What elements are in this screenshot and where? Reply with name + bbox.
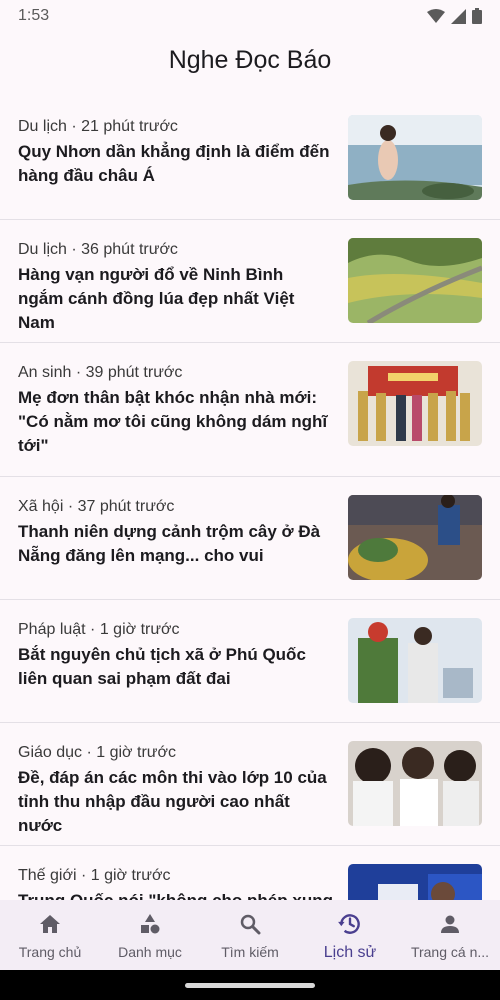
article-thumbnail[interactable] [348, 115, 482, 200]
search-icon [236, 910, 264, 938]
signal-icon [451, 8, 466, 24]
nav-home[interactable]: Trang chủ [0, 900, 100, 970]
article-meta: Du lịch · 36 phút trước [18, 241, 178, 258]
article-meta: Pháp luật · 1 giờ trước [18, 621, 180, 638]
article-title[interactable]: Thanh niên dựng cảnh trộm cây ở Đà Nẵng … [18, 520, 333, 568]
article-item[interactable]: An sinh · 39 phút trước Mẹ đơn thân bật … [0, 343, 500, 477]
article-title[interactable]: Mẹ đơn thân bật khóc nhận nhà mới: "Có n… [18, 386, 333, 458]
app-title: Nghe Đọc Báo [168, 46, 332, 74]
status-bar: 1:53 [0, 0, 500, 32]
article-meta: Giáo dục · 1 giờ trước [18, 744, 176, 761]
article-item[interactable]: Giáo dục · 1 giờ trước Đề, đáp án các mô… [0, 723, 500, 846]
article-title[interactable]: Đề, đáp án các môn thi vào lớp 10 của tỉ… [18, 766, 333, 838]
article-meta: Xã hội · 37 phút trước [18, 498, 175, 515]
article-thumbnail[interactable] [348, 864, 482, 900]
nav-search[interactable]: Tìm kiếm [200, 900, 300, 970]
gesture-handle[interactable] [185, 983, 315, 988]
article-title[interactable]: Trung Quốc nói "không cho phép xung [18, 889, 333, 900]
article-thumbnail[interactable] [348, 495, 482, 580]
article-item[interactable]: Xã hội · 37 phút trước Thanh niên dựng c… [0, 477, 500, 600]
article-meta: An sinh · 39 phút trước [18, 364, 183, 381]
article-meta: Thế giới · 1 giờ trước [18, 867, 171, 884]
nav-history[interactable]: Lịch sử [300, 900, 400, 970]
nav-history-label: Lịch sử [323, 944, 377, 961]
article-title[interactable]: Bắt nguyên chủ tịch xã ở Phú Quốc liên q… [18, 643, 333, 691]
nav-search-label: Tìm kiếm [221, 944, 279, 960]
home-icon [36, 910, 64, 938]
article-thumbnail[interactable] [348, 618, 482, 703]
battery-icon [472, 8, 482, 24]
article-feed[interactable]: Du lịch · 21 phút trước Quy Nhơn dần khẳ… [0, 97, 500, 900]
nav-profile[interactable]: Trang cá n... [400, 900, 500, 970]
article-item[interactable]: Thế giới · 1 giờ trước Trung Quốc nói "k… [0, 846, 500, 900]
person-icon [436, 910, 464, 938]
article-meta: Du lịch · 21 phút trước [18, 118, 178, 135]
article-item[interactable]: Du lịch · 21 phút trước Quy Nhơn dần khẳ… [0, 97, 500, 220]
nav-category[interactable]: Danh mục [100, 900, 200, 970]
bottom-navigation: Trang chủ Danh mục Tìm kiếm Lịch sử Tran… [0, 900, 500, 970]
nav-category-label: Danh mục [118, 944, 182, 960]
article-thumbnail[interactable] [348, 238, 482, 323]
article-thumbnail[interactable] [348, 741, 482, 826]
article-title[interactable]: Hàng vạn người đổ về Ninh Bình ngắm cánh… [18, 263, 333, 335]
article-item[interactable]: Pháp luật · 1 giờ trước Bắt nguyên chủ t… [0, 600, 500, 723]
history-icon [336, 910, 364, 938]
nav-profile-label: Trang cá n... [410, 944, 490, 960]
wifi-icon [427, 8, 445, 23]
nav-home-label: Trang chủ [18, 944, 82, 960]
article-thumbnail[interactable] [348, 361, 482, 446]
status-time: 1:53 [18, 7, 50, 24]
category-icon [136, 910, 164, 938]
status-icons [427, 8, 482, 24]
article-title[interactable]: Quy Nhơn dần khẳng định là điểm đến hàng… [18, 140, 333, 188]
article-item[interactable]: Du lịch · 36 phút trước Hàng vạn người đ… [0, 220, 500, 343]
